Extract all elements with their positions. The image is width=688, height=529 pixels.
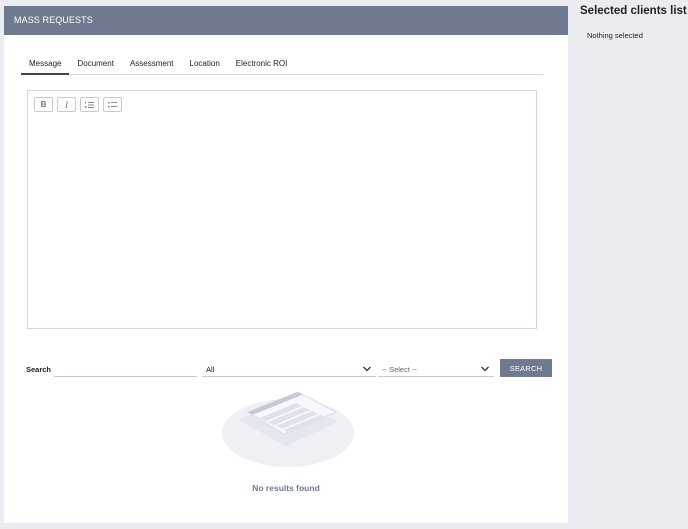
tab-document[interactable]: Document [77,55,113,75]
search-input[interactable] [54,361,197,377]
tab-message[interactable]: Message [21,55,70,75]
selected-clients-title: Selected clients list [580,5,687,17]
search-label: Search [26,365,52,374]
message-editor[interactable]: B I [27,90,537,329]
italic-icon: I [65,99,68,110]
no-results-text: No results found [252,483,320,493]
search-button[interactable]: SEARCH [500,359,552,377]
editor-content[interactable] [34,119,530,322]
ordered-list-button[interactable] [80,97,99,112]
filter-select-value: All [206,365,215,374]
chevron-down-icon [363,366,371,372]
selected-clients-empty: Nothing selected [587,31,643,40]
bold-button[interactable]: B [34,97,53,112]
italic-button[interactable]: I [57,97,76,112]
editor-toolbar: B I [34,97,122,112]
ordered-list-icon [85,101,94,108]
tab-assessment[interactable]: Assessment [130,55,174,75]
search-row: Search All -- Select -- SEARCH [26,359,552,379]
tab-location[interactable]: Location [190,55,220,75]
unordered-list-button[interactable] [103,97,122,112]
panel-header: MASS REQUESTS [4,6,568,35]
filter-select-secondary[interactable]: -- Select -- [378,361,494,377]
bold-icon: B [40,100,47,109]
request-type-tabs: Message Document Assessment Location Ele… [21,55,543,75]
chevron-down-icon [481,366,489,372]
filter-select-value: -- Select -- [382,365,418,374]
filter-select-all[interactable]: All [202,361,376,377]
unordered-list-icon [108,101,117,107]
tab-electronic-roi[interactable]: Electronic ROI [236,55,288,75]
empty-results-illustration [222,391,354,467]
